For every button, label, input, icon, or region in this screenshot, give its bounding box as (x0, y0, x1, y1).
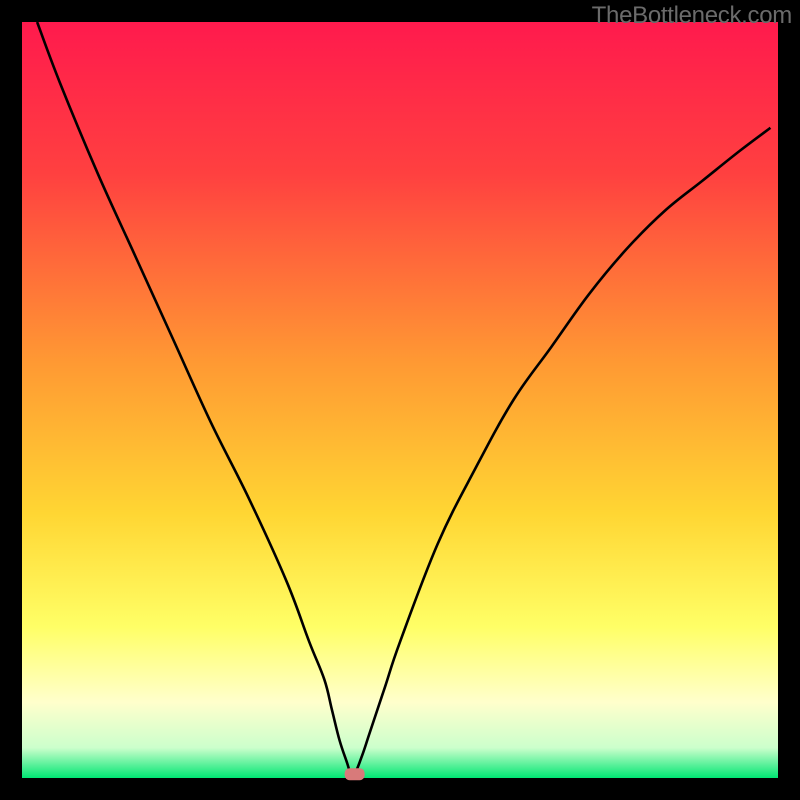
bottleneck-chart: TheBottleneck.com (0, 0, 800, 800)
watermark-text: TheBottleneck.com (592, 2, 792, 30)
chart-canvas (0, 0, 800, 800)
plot-background (22, 22, 778, 778)
optimal-point-marker (345, 768, 365, 780)
